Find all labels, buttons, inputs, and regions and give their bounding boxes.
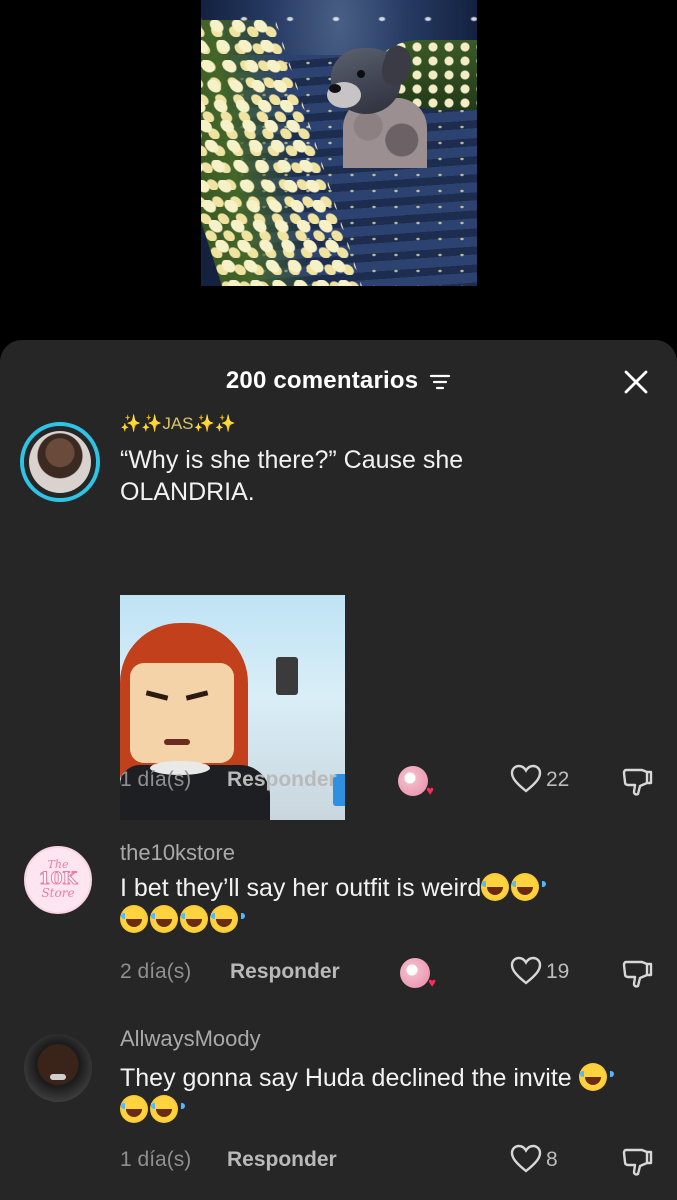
laughing-tears-emoji xyxy=(150,1095,185,1123)
filter-lines-icon[interactable] xyxy=(429,369,451,397)
thumbs-down-icon xyxy=(622,1148,653,1176)
laughing-tears-emoji xyxy=(180,905,215,933)
comment-time: 2 día(s) xyxy=(120,960,192,983)
comment-item[interactable]: ✨✨JAS✨✨ “Why is she there?” Cause she OL… xyxy=(0,410,677,820)
comment-item[interactable]: The 10K Store the10kstore I bet they’ll … xyxy=(0,832,677,1002)
avatar[interactable]: The 10K Store xyxy=(24,846,92,914)
comment-item[interactable]: AllwaysMoody They gonna say Huda decline… xyxy=(0,1020,677,1200)
heart-outline-icon xyxy=(510,1144,542,1173)
like-button[interactable]: 8 xyxy=(510,1144,558,1180)
laughing-tears-emoji xyxy=(120,1095,155,1123)
like-button[interactable]: 22 xyxy=(510,764,569,800)
sticker-face xyxy=(130,663,234,763)
comment-text: I bet they’ll say her outfit is weird xyxy=(120,872,640,936)
avatar[interactable] xyxy=(20,422,100,502)
comment-username[interactable]: AllwaysMoody xyxy=(120,1026,261,1052)
avatar-photo xyxy=(29,431,91,493)
comment-username[interactable]: ✨✨JAS✨✨ xyxy=(120,414,236,434)
avatar-logo: The 10K Store xyxy=(26,858,90,900)
sticker-mouth xyxy=(164,739,190,745)
laughing-tears-emoji xyxy=(481,873,517,901)
comments-count-label: 200 comentarios xyxy=(225,367,419,394)
like-count: 8 xyxy=(546,1148,558,1171)
close-icon xyxy=(624,370,648,394)
comment-meta: 1 día(s) Responder 8 xyxy=(120,1144,660,1178)
thumbs-down-icon xyxy=(622,768,653,796)
comments-title[interactable]: 200 comentarios xyxy=(0,367,677,397)
thumbs-down-icon xyxy=(622,960,653,988)
laughing-tears-emoji xyxy=(150,905,185,933)
video-player[interactable] xyxy=(0,0,677,345)
heart-icon: ♥ xyxy=(426,783,434,798)
avatar[interactable] xyxy=(24,1034,92,1102)
like-count: 22 xyxy=(546,768,570,791)
like-count: 19 xyxy=(546,960,570,983)
reply-button[interactable]: Responder xyxy=(230,960,340,984)
dislike-button[interactable] xyxy=(620,956,654,996)
laughing-tears-emoji xyxy=(511,873,547,901)
dog-nose xyxy=(329,84,341,93)
laughing-tears-emoji xyxy=(578,1063,614,1091)
reply-button[interactable]: Responder xyxy=(227,768,337,792)
comment-text-content: I bet they’ll say her outfit is weird xyxy=(120,874,482,902)
dog-eye xyxy=(357,70,365,78)
comments-header: 200 comentarios xyxy=(0,340,677,414)
dog-cutout xyxy=(327,42,427,168)
dislike-button[interactable] xyxy=(620,1144,654,1184)
avatar-mouth xyxy=(50,1074,66,1080)
video-thumbnail[interactable] xyxy=(201,0,477,286)
comment-meta: 1 día(s) Responder ♥ 22 xyxy=(120,764,660,798)
comment-meta: 2 día(s) Responder ♥ 19 xyxy=(120,956,660,990)
creator-liked-avatar: ♥ xyxy=(398,766,434,798)
comment-time: 1 día(s) xyxy=(120,1148,192,1171)
avatar-logo-store: Store xyxy=(41,886,75,900)
heart-icon: ♥ xyxy=(428,975,436,990)
creator-liked-avatar: ♥ xyxy=(400,958,436,990)
dislike-button[interactable] xyxy=(620,764,654,804)
laughing-tears-emoji xyxy=(120,905,155,933)
avatar-logo-10k: 10K xyxy=(38,869,78,889)
comment-text-content: They gonna say Huda declined the invite xyxy=(120,1064,572,1092)
heart-outline-icon xyxy=(510,764,542,793)
comment-text: “Why is she there?” Cause she OLANDRIA. xyxy=(120,446,464,506)
laughing-tears-emoji xyxy=(210,905,245,933)
heart-outline-icon xyxy=(510,956,542,985)
reply-button[interactable]: Responder xyxy=(227,1148,337,1172)
comment-text: They gonna say Huda declined the invite xyxy=(120,1062,620,1126)
comment-username[interactable]: the10kstore xyxy=(120,840,235,866)
close-button[interactable] xyxy=(622,368,650,396)
like-button[interactable]: 19 xyxy=(510,956,569,992)
comments-sheet: 200 comentarios ✨✨JAS✨✨ “Why is she ther… xyxy=(0,340,677,1200)
comment-time: 1 día(s) xyxy=(120,768,192,791)
sticker-figure xyxy=(276,657,298,695)
